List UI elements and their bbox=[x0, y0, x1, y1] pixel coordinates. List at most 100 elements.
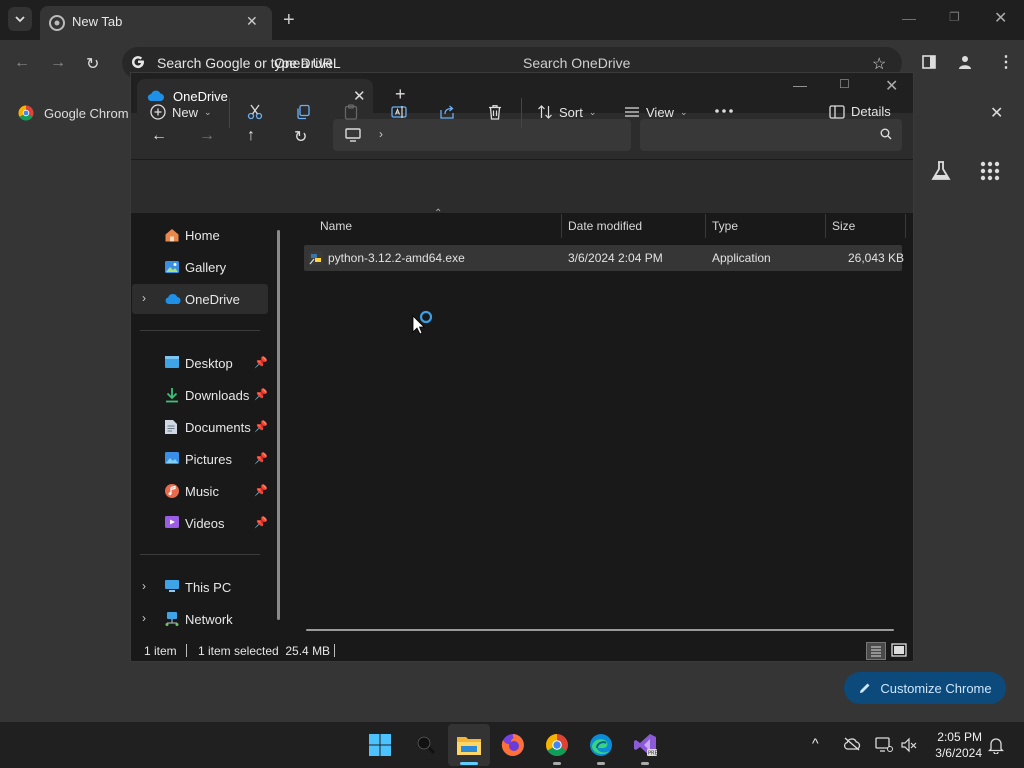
taskbar-chrome[interactable] bbox=[541, 729, 573, 761]
nav-videos[interactable]: Videos 📌 bbox=[132, 508, 268, 538]
column-separator[interactable] bbox=[705, 214, 706, 238]
profile-avatar-icon[interactable] bbox=[957, 54, 973, 70]
sort-label: Sort bbox=[559, 104, 583, 120]
side-panel-icon[interactable] bbox=[922, 55, 936, 69]
nav-divider bbox=[140, 330, 260, 331]
pin-icon[interactable]: 📌 bbox=[254, 452, 268, 465]
network-disconnected-tray-icon[interactable] bbox=[875, 737, 893, 753]
taskbar-active-indicator bbox=[460, 762, 478, 765]
nav-pictures[interactable]: Pictures 📌 bbox=[132, 444, 268, 474]
horizontal-scrollbar[interactable] bbox=[306, 629, 894, 631]
chrome-favicon-icon bbox=[49, 15, 65, 31]
pin-icon[interactable]: 📌 bbox=[254, 516, 268, 529]
taskbar-file-explorer[interactable] bbox=[453, 729, 485, 761]
chrome-close-button[interactable]: ✕ bbox=[994, 8, 1007, 28]
explorer-maximize-button[interactable]: ☐ bbox=[839, 77, 850, 91]
chrome-tab-title: New Tab bbox=[72, 14, 123, 29]
refresh-icon[interactable]: ↻ bbox=[294, 127, 307, 147]
column-separator[interactable] bbox=[825, 214, 826, 238]
tab-search-button[interactable] bbox=[8, 7, 32, 31]
google-apps-icon[interactable] bbox=[980, 161, 1000, 181]
taskbar-visual-studio[interactable]: PRE bbox=[629, 729, 661, 761]
column-separator[interactable] bbox=[905, 214, 906, 238]
copy-icon[interactable] bbox=[295, 104, 311, 120]
nav-downloads[interactable]: Downloads 📌 bbox=[132, 380, 268, 410]
explorer-minimize-button[interactable]: — bbox=[793, 77, 807, 93]
nav-network[interactable]: › Network bbox=[132, 604, 268, 634]
chrome-menu-icon[interactable]: ⋮ bbox=[998, 52, 1014, 72]
new-tab-button[interactable]: + bbox=[283, 9, 295, 32]
column-header-size[interactable]: Size bbox=[832, 219, 855, 233]
folder-icon bbox=[457, 737, 481, 755]
column-separator[interactable] bbox=[561, 214, 562, 238]
pin-icon[interactable]: 📌 bbox=[254, 356, 268, 369]
start-button[interactable] bbox=[364, 729, 396, 761]
chevron-right-icon[interactable]: › bbox=[142, 579, 146, 593]
notification-bell-icon[interactable] bbox=[988, 736, 1004, 754]
chrome-reload-button[interactable]: ↻ bbox=[86, 54, 99, 74]
nav-gallery[interactable]: Gallery bbox=[132, 252, 268, 282]
chrome-forward-button[interactable]: → bbox=[50, 54, 66, 72]
nav-music[interactable]: Music 📌 bbox=[132, 476, 268, 506]
taskbar-search-button[interactable] bbox=[410, 729, 442, 761]
rename-icon[interactable] bbox=[391, 104, 407, 120]
onedrive-offline-tray-icon[interactable] bbox=[843, 737, 861, 751]
clock-date: 3/6/2024 bbox=[935, 746, 982, 760]
chevron-right-icon[interactable]: › bbox=[142, 611, 146, 625]
clock-time: 2:05 PM bbox=[937, 730, 982, 744]
chevron-right-icon[interactable]: › bbox=[142, 291, 146, 305]
google-g-icon bbox=[130, 54, 146, 70]
delete-icon[interactable] bbox=[487, 104, 503, 120]
address-breadcrumb[interactable]: › bbox=[333, 119, 631, 151]
details-view-toggle[interactable] bbox=[866, 642, 886, 660]
videos-icon bbox=[164, 515, 180, 529]
column-header-date[interactable]: Date modified bbox=[568, 219, 642, 233]
search-box[interactable] bbox=[640, 119, 902, 151]
paste-icon[interactable] bbox=[343, 104, 359, 120]
explorer-new-tab-button[interactable]: + bbox=[395, 84, 406, 105]
bookmark-star-icon[interactable]: ☆ bbox=[872, 54, 886, 74]
labs-flask-icon[interactable] bbox=[930, 160, 952, 182]
close-tab-icon[interactable]: ✕ bbox=[246, 13, 258, 30]
sort-button[interactable]: Sort ⌄ bbox=[537, 104, 596, 120]
cut-icon[interactable] bbox=[247, 104, 263, 120]
pin-icon[interactable]: 📌 bbox=[254, 484, 268, 497]
taskbar-firefox[interactable] bbox=[497, 729, 529, 761]
taskbar-clock[interactable]: 2:05 PM 3/6/2024 bbox=[928, 729, 982, 761]
nav-scrollbar[interactable] bbox=[277, 230, 280, 620]
explorer-close-button[interactable]: ✕ bbox=[885, 76, 898, 96]
close-tab-icon[interactable]: ✕ bbox=[353, 87, 366, 105]
pin-icon[interactable]: 📌 bbox=[254, 420, 268, 433]
share-icon[interactable] bbox=[439, 104, 455, 120]
new-button[interactable]: New ⌄ bbox=[150, 104, 212, 120]
back-arrow-icon[interactable]: ← bbox=[151, 127, 167, 145]
column-header-type[interactable]: Type bbox=[712, 219, 738, 233]
command-bar bbox=[131, 159, 913, 213]
nav-onedrive[interactable]: › OneDrive bbox=[132, 284, 268, 314]
customize-chrome-button[interactable]: Customize Chrome bbox=[844, 672, 1006, 704]
nav-home[interactable]: Home bbox=[132, 220, 268, 250]
chrome-minimize-button[interactable]: — bbox=[902, 10, 916, 26]
taskbar-edge[interactable] bbox=[585, 729, 617, 761]
tiles-view-toggle[interactable] bbox=[890, 642, 908, 658]
address-location-label[interactable]: OneDrive bbox=[274, 55, 333, 71]
volume-muted-tray-icon[interactable] bbox=[901, 737, 917, 753]
details-pane-icon bbox=[829, 104, 845, 119]
nav-documents[interactable]: Documents 📌 bbox=[132, 412, 268, 442]
more-options-icon[interactable] bbox=[715, 106, 733, 116]
pin-icon[interactable]: 📌 bbox=[254, 388, 268, 401]
column-header-name[interactable]: Name bbox=[320, 219, 352, 233]
up-arrow-icon[interactable]: ↑ bbox=[247, 127, 255, 145]
show-hidden-icons-chevron-icon[interactable]: ^ bbox=[812, 735, 819, 751]
search-input[interactable]: Search OneDrive bbox=[523, 55, 630, 71]
chrome-restore-button[interactable]: ❐ bbox=[949, 10, 960, 24]
chrome-back-button[interactable]: ← bbox=[14, 54, 30, 72]
nav-this-pc[interactable]: › This PC bbox=[132, 572, 268, 602]
forward-arrow-icon[interactable]: → bbox=[199, 127, 215, 145]
close-bookmark-bar-icon[interactable]: ✕ bbox=[990, 103, 1003, 123]
nav-desktop[interactable]: Desktop 📌 bbox=[132, 348, 268, 378]
chrome-tab-new-tab[interactable]: New Tab ✕ bbox=[40, 6, 272, 40]
bookmark-google-chrome[interactable]: Google Chrom bbox=[18, 105, 129, 121]
details-pane-button[interactable]: Details bbox=[829, 104, 891, 119]
view-button[interactable]: View ⌄ bbox=[624, 104, 688, 120]
